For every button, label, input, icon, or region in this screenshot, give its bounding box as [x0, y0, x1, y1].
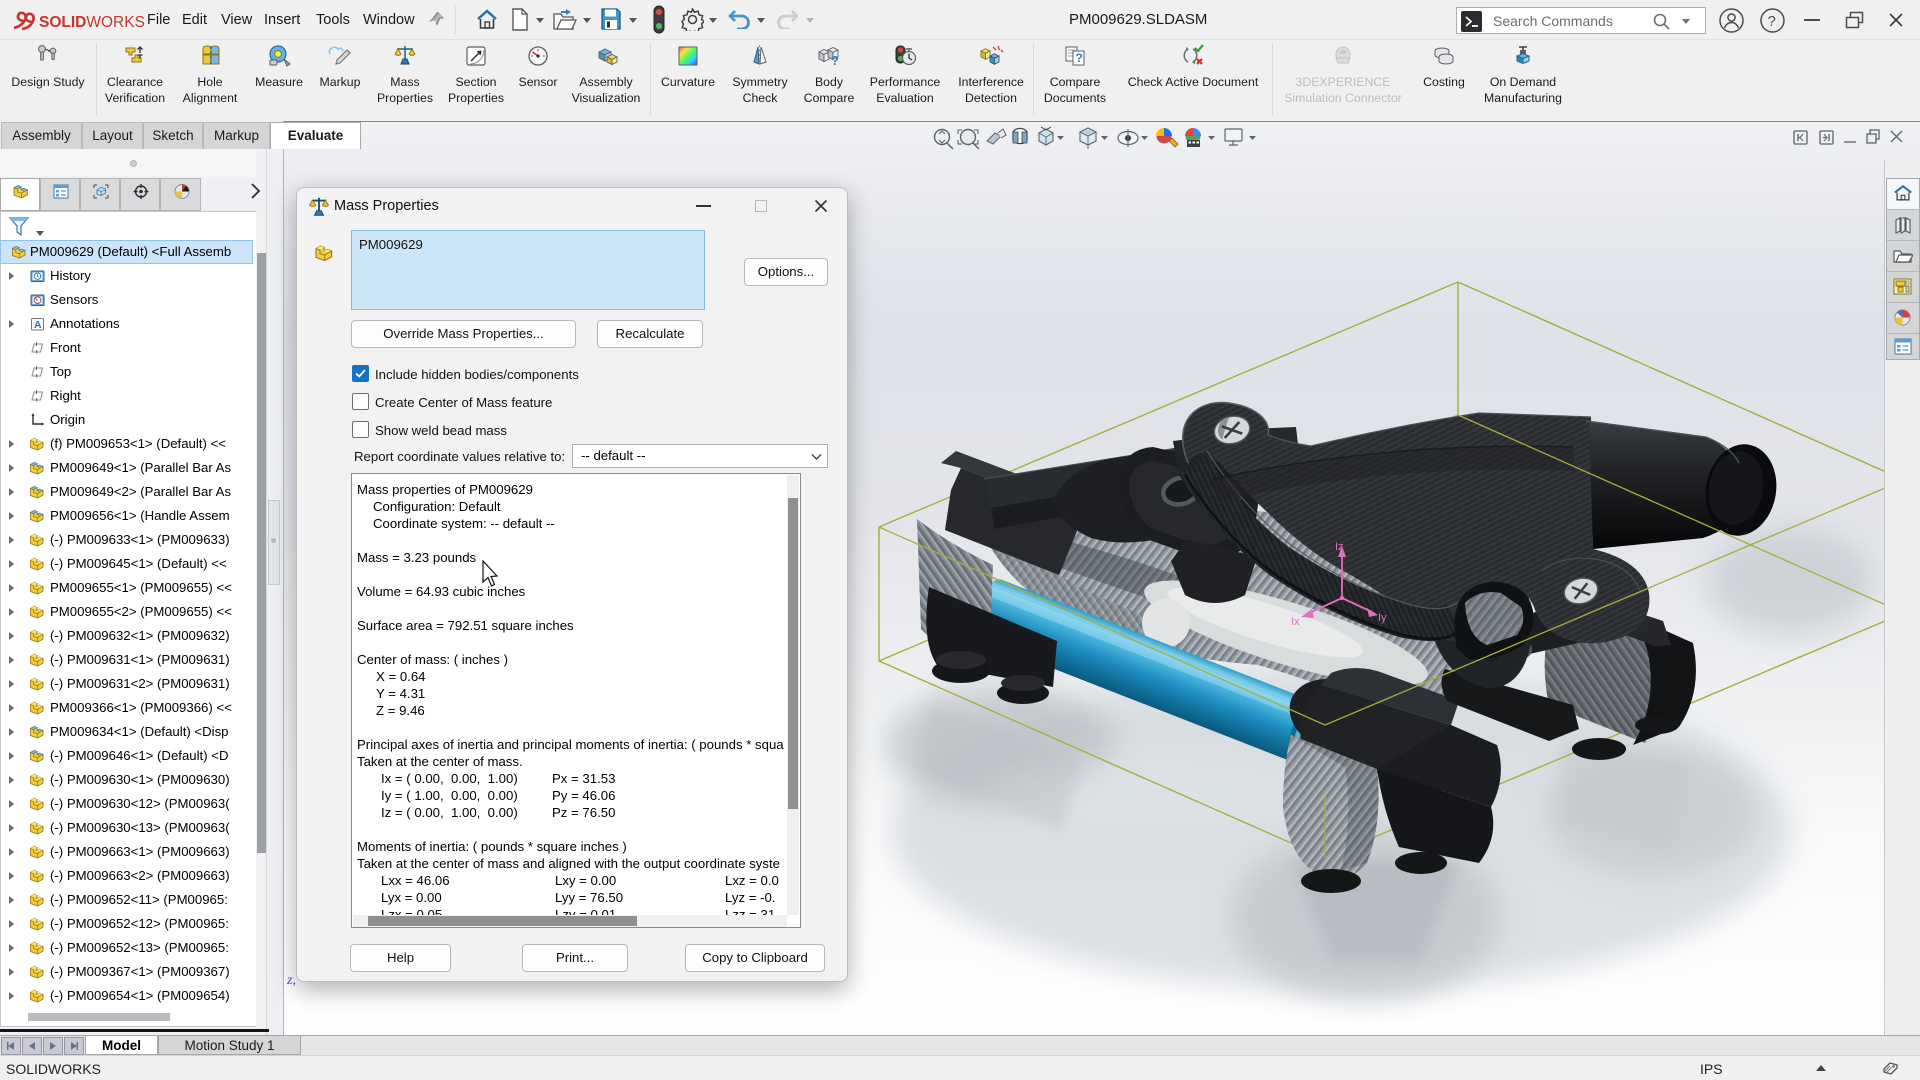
svg-text:SOLIDWORKS: SOLIDWORKS: [39, 14, 145, 31]
svg-text:Ix: Ix: [1291, 616, 1300, 628]
svg-text:Iz: Iz: [1335, 541, 1344, 553]
svg-text:z,: z,: [286, 973, 296, 988]
svg-text:?: ?: [831, 53, 839, 68]
svg-text:?: ?: [1076, 51, 1083, 65]
svg-text:Iy: Iy: [1378, 612, 1387, 624]
svg-text:?: ?: [1768, 13, 1776, 30]
